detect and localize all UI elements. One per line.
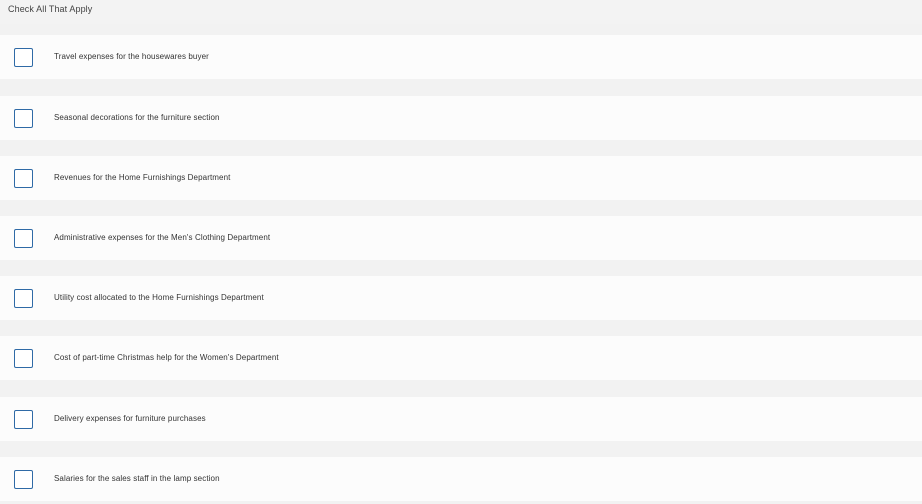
- checkbox[interactable]: [14, 289, 33, 308]
- option-item[interactable]: Cost of part-time Christmas help for the…: [0, 336, 922, 380]
- option-label: Salaries for the sales staff in the lamp…: [54, 474, 220, 483]
- option-item[interactable]: Revenues for the Home Furnishings Depart…: [0, 156, 922, 200]
- option-label: Utility cost allocated to the Home Furni…: [54, 293, 264, 302]
- option-label: Revenues for the Home Furnishings Depart…: [54, 173, 231, 182]
- option-label: Administrative expenses for the Men's Cl…: [54, 233, 271, 242]
- checkbox[interactable]: [14, 109, 33, 128]
- option-item[interactable]: Seasonal decorations for the furniture s…: [0, 96, 922, 140]
- option-label: Travel expenses for the housewares buyer: [54, 52, 209, 61]
- option-item[interactable]: Utility cost allocated to the Home Furni…: [0, 276, 922, 320]
- option-label: Seasonal decorations for the furniture s…: [54, 113, 220, 122]
- checkbox[interactable]: [14, 169, 33, 188]
- checkbox[interactable]: [14, 410, 33, 429]
- option-item[interactable]: Administrative expenses for the Men's Cl…: [0, 216, 922, 260]
- option-item[interactable]: Travel expenses for the housewares buyer: [0, 35, 922, 79]
- option-item[interactable]: Delivery expenses for furniture purchase…: [0, 397, 922, 441]
- option-label: Cost of part-time Christmas help for the…: [54, 353, 279, 362]
- option-label: Delivery expenses for furniture purchase…: [54, 414, 206, 423]
- option-item[interactable]: Salaries for the sales staff in the lamp…: [0, 457, 922, 501]
- checkbox[interactable]: [14, 470, 33, 489]
- checkbox[interactable]: [14, 48, 33, 67]
- options-list: Travel expenses for the housewares buyer…: [0, 0, 922, 504]
- checkbox[interactable]: [14, 229, 33, 248]
- checkbox[interactable]: [14, 349, 33, 368]
